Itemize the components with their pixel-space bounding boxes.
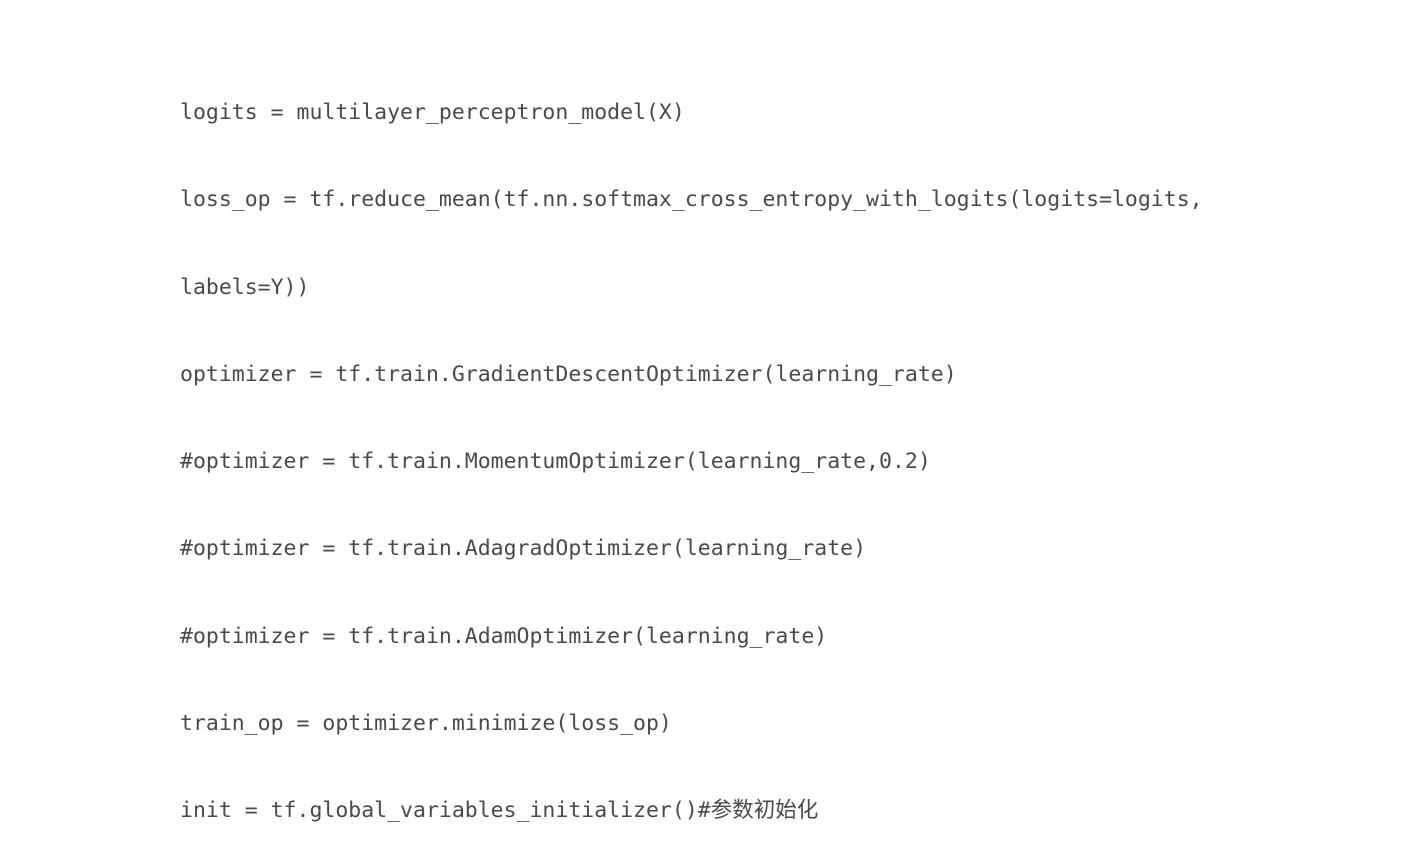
code-line: loss_op = tf.reduce_mean(tf.nn.softmax_c… [180, 187, 1203, 213]
code-line: logits = multilayer_perceptron_model(X) [180, 100, 685, 125]
code-line: train_op = optimizer.minimize(loss_op) [180, 711, 672, 737]
code-line: #optimizer = tf.train.MomentumOptimizer(… [180, 449, 931, 475]
code-line: #optimizer = tf.train.AdamOptimizer(lear… [180, 623, 828, 649]
code-block: logits = multilayer_perceptron_model(X) … [180, 44, 1203, 855]
code-line: #optimizer = tf.train.AdagradOptimizer(l… [180, 536, 867, 562]
code-line: labels=Y)) [180, 274, 310, 300]
code-line: init = tf.global_variables_initializer()… [180, 798, 819, 824]
code-line: optimizer = tf.train.GradientDescentOpti… [180, 361, 957, 387]
